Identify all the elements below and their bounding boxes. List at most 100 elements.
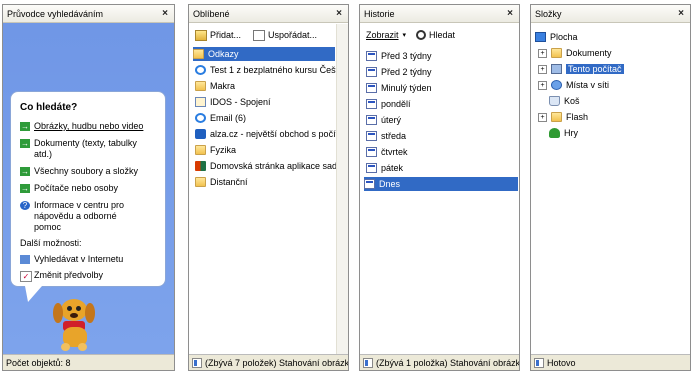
search-pane-header: Průvodce vyhledáváním × [3, 5, 174, 23]
favorite-item[interactable]: Fyzika [195, 143, 236, 157]
history-item[interactable]: pondělí [366, 97, 411, 111]
globe-search-icon [20, 255, 30, 264]
tree-item-recycle-bin[interactable]: Koš [549, 94, 580, 108]
office-page-icon [195, 161, 206, 171]
tree-item-documents[interactable]: + Dokumenty [538, 46, 612, 60]
tree-item-flash[interactable]: + Flash [538, 110, 588, 124]
status-bar: (Zbývá 7 položek) Stahování obrázku h [189, 354, 348, 370]
favorite-item[interactable]: Test 1 z bezplatného kursu Češti... [195, 63, 348, 77]
favorite-item[interactable]: IDOS - Spojení [195, 95, 271, 109]
page-icon [192, 357, 202, 368]
dropdown-arrow-icon: ▾ [402, 32, 407, 39]
search-option-documents[interactable]: → Dokumenty (texty, tabulky atd.) [20, 138, 137, 160]
more-options-label: Další možnosti: [20, 238, 82, 248]
alza-site-icon [195, 129, 206, 139]
history-item[interactable]: úterý [366, 113, 401, 127]
network-icon [551, 80, 562, 90]
expand-icon[interactable]: + [538, 112, 547, 122]
search-pane-title: Průvodce vyhledáváním [7, 8, 104, 19]
history-item[interactable]: Před 3 týdny [366, 49, 432, 63]
add-favorite-button[interactable]: Přidat... [195, 29, 241, 41]
calendar-icon [366, 131, 377, 141]
calendar-icon [366, 163, 377, 173]
recycle-bin-icon [549, 96, 560, 106]
expand-icon[interactable]: + [538, 48, 547, 58]
checkbox-icon: ✓ [20, 271, 32, 282]
calendar-icon [366, 115, 377, 125]
balloon-tail [25, 286, 42, 302]
status-text: (Zbývá 7 položek) Stahování obrázku h [205, 357, 348, 368]
favorite-item[interactable]: alza.cz - největší obchod s počíta... [195, 127, 348, 141]
expand-icon[interactable]: + [538, 80, 547, 90]
search-option-all-files[interactable]: → Všechny soubory a složky [20, 166, 138, 177]
close-icon[interactable]: × [160, 8, 170, 19]
calendar-icon [366, 67, 377, 77]
status-bar: Počet objektů: 8 [3, 354, 174, 370]
page-icon [195, 97, 206, 107]
status-bar: Hotovo [531, 354, 690, 370]
ie-page-icon [195, 65, 206, 75]
calendar-icon [366, 51, 377, 61]
view-dropdown[interactable]: Zobrazit ▾ [366, 30, 406, 40]
search-option-media[interactable]: → Obrázky, hudbu nebo video [20, 121, 143, 132]
favorite-item[interactable]: Email (6) [195, 111, 246, 125]
folder-icon [551, 112, 562, 122]
history-item[interactable]: Před 2 týdny [366, 65, 432, 79]
search-companion-pane: Průvodce vyhledáváním × Co hledáte? → Ob… [2, 4, 175, 371]
organize-icon [253, 29, 266, 41]
page-icon [534, 357, 544, 368]
favorites-toolbar: Přidat... Uspořádat... [189, 24, 348, 46]
history-item[interactable]: Dnes [364, 177, 518, 191]
tree-item-network[interactable]: + Místa v síti [538, 78, 609, 92]
arrow-icon: → [20, 167, 30, 176]
close-icon[interactable]: × [505, 8, 515, 19]
arrow-icon: → [20, 139, 30, 148]
history-item[interactable]: Minulý týden [366, 81, 432, 95]
tree-item-games[interactable]: Hry [549, 126, 578, 140]
search-option-computers[interactable]: → Počítače nebo osoby [20, 183, 118, 194]
search-icon [416, 30, 427, 40]
status-text: Hotovo [547, 357, 576, 368]
favorite-item[interactable]: Distanční [195, 175, 248, 189]
favorite-item[interactable]: Domovská stránka aplikace sady ... [195, 159, 348, 173]
history-pane-title: Historie [364, 8, 395, 19]
search-internet-link[interactable]: Vyhledávat v Internetu [20, 254, 123, 265]
organize-favorites-button[interactable]: Uspořádat... [253, 29, 317, 41]
folders-pane-title: Složky [535, 8, 562, 19]
help-icon: ? [20, 201, 30, 210]
calendar-icon [366, 99, 377, 109]
favorites-pane: Oblíbené × Přidat... Uspořádat... Odkazy… [188, 4, 349, 371]
search-option-help[interactable]: ? Informace v centru pro nápovědu a odbo… [20, 200, 124, 233]
computer-icon [551, 64, 562, 74]
close-icon[interactable]: × [676, 8, 686, 19]
status-bar: (Zbývá 1 položka) Stahování obrázku h [360, 354, 519, 370]
expand-icon[interactable]: + [538, 64, 547, 74]
history-pane-header: Historie × [360, 5, 519, 23]
folder-icon [195, 177, 206, 187]
favorites-pane-title: Oblíbené [193, 8, 230, 19]
history-item[interactable]: pátek [366, 161, 403, 175]
folder-icon [193, 49, 204, 59]
arrow-icon: → [20, 184, 30, 193]
close-icon[interactable]: × [334, 8, 344, 19]
search-heading: Co hledáte? [20, 102, 78, 113]
history-item[interactable]: čtvrtek [366, 145, 408, 159]
history-pane: Historie × Zobrazit ▾ Hledat Před 3 týdn… [359, 4, 520, 371]
tree-item-desktop[interactable]: Plocha [535, 30, 578, 44]
folder-icon [551, 48, 562, 58]
history-toolbar: Zobrazit ▾ Hledat [360, 24, 519, 46]
tree-item-my-computer[interactable]: + Tento počítač [538, 62, 624, 76]
ie-page-icon [195, 113, 206, 123]
change-preferences-link[interactable]: ✓ Změnit předvolby [20, 270, 103, 282]
calendar-icon [366, 83, 377, 93]
folders-pane: Složky × Plocha + Dokumenty + Tento počí… [530, 4, 691, 371]
search-dog-icon[interactable] [51, 295, 99, 353]
favorite-item[interactable]: Odkazy [193, 47, 335, 61]
vertical-scrollbar[interactable] [336, 24, 348, 354]
favorite-item[interactable]: Makra [195, 79, 235, 93]
history-item[interactable]: středa [366, 129, 406, 143]
object-count: Počet objektů: 8 [6, 357, 71, 368]
favorites-pane-header: Oblíbené × [189, 5, 348, 23]
status-text: (Zbývá 1 položka) Stahování obrázku h [376, 357, 519, 368]
history-search-button[interactable]: Hledat [416, 30, 455, 40]
